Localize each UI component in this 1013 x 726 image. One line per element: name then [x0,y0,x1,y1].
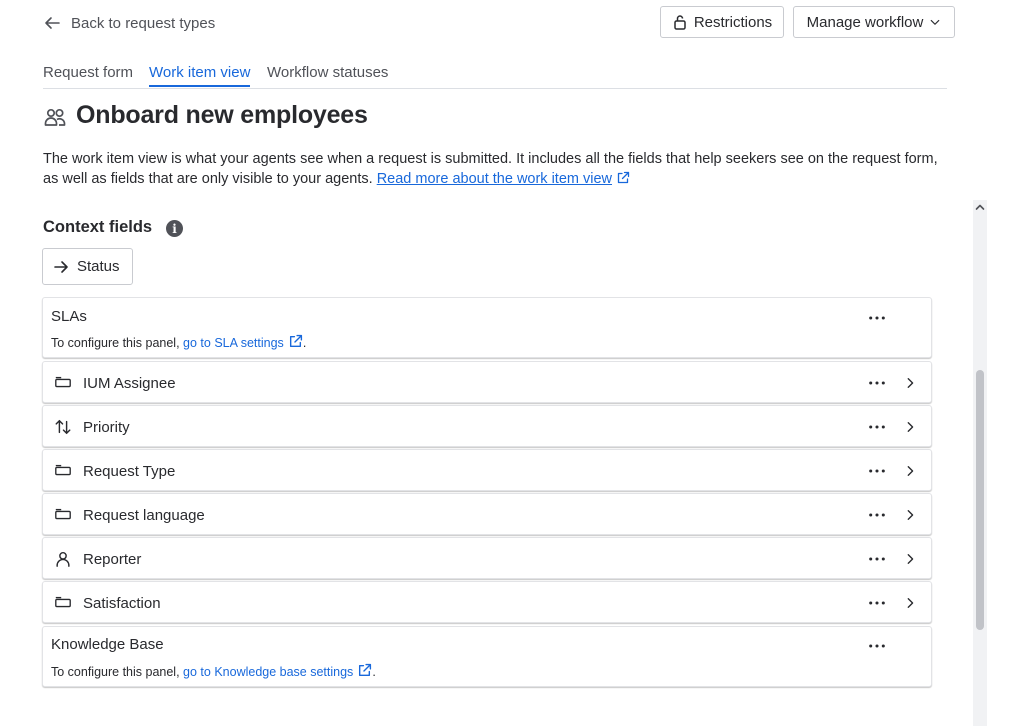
more-actions-icon[interactable] [867,636,887,656]
arrow-right-icon [54,260,68,273]
kb-note-suffix: . [372,665,376,679]
field-icon [53,461,73,481]
page-description: The work item view is what your agents s… [43,149,943,189]
scroll-up-arrow-icon[interactable] [975,203,985,211]
external-link-icon [359,663,372,677]
manage-workflow-button[interactable]: Manage workflow [793,6,955,38]
field-icon [53,505,73,525]
chevron-right-icon[interactable] [903,376,917,390]
field-row-priority[interactable]: Priority [42,405,932,447]
more-actions-icon[interactable] [867,593,887,613]
field-icon [53,373,73,393]
more-actions-icon[interactable] [867,373,887,393]
external-link-icon [289,334,302,348]
more-actions-icon[interactable] [867,461,887,481]
read-more-link[interactable]: Read more about the work item view [377,171,612,187]
sla-panel-title: SLAs [51,308,87,325]
more-actions-icon[interactable] [867,505,887,525]
sla-panel: SLAs To configure this panel, go to SLA … [42,297,932,358]
back-label: Back to request types [71,14,216,32]
tab-request-form[interactable]: Request form [43,64,133,85]
field-label: Satisfaction [83,594,161,612]
context-fields-heading: Context fields [43,218,153,236]
field-row-reporter[interactable]: Reporter [42,537,932,579]
sla-note-suffix: . [302,336,307,350]
chevron-right-icon[interactable] [903,552,917,566]
kb-settings-link[interactable]: go to Knowledge base settings [183,665,353,679]
kb-panel-title: Knowledge Base [51,636,164,653]
sla-settings-label: go to SLA settings [183,336,284,350]
tab-work-item-view[interactable]: Work item view [149,64,251,87]
kb-settings-label: go to Knowledge base settings [183,665,354,679]
restrictions-button[interactable]: Restrictions [660,6,784,38]
manage-workflow-label: Manage workflow [806,13,924,31]
field-row-request-language[interactable]: Request language [42,493,932,535]
back-to-request-types-link[interactable]: Back to request types [43,12,215,34]
chevron-right-icon[interactable] [903,420,917,434]
kb-panel-note: To configure this panel, go to Knowledge… [51,663,376,679]
arrow-left-icon [45,17,60,29]
field-label: Request language [83,506,205,524]
status-button[interactable]: Status [42,248,133,285]
priority-icon [53,417,73,437]
person-icon [53,549,73,569]
restrictions-label: Restrictions [693,13,773,31]
field-row-satisfaction[interactable]: Satisfaction [42,581,932,623]
chevron-right-icon[interactable] [903,464,917,478]
unlock-icon [674,15,686,30]
chevron-right-icon[interactable] [903,596,917,610]
read-more-label: Read more about the work item view [376,171,613,187]
chevron-right-icon[interactable] [903,508,917,522]
more-actions-icon[interactable] [867,417,887,437]
page-title: Onboard new employees [76,101,368,129]
sla-note-prefix: To configure this panel, [51,336,180,350]
more-actions-icon[interactable] [867,549,887,569]
kb-note-prefix: To configure this panel, [51,665,180,679]
external-link-icon [617,171,630,184]
chevron-down-icon [931,19,940,25]
field-icon [53,593,73,613]
sla-panel-note: To configure this panel, go to SLA setti… [51,334,306,350]
people-icon [44,108,66,126]
knowledge-base-panel: Knowledge Base To configure this panel, … [42,626,932,687]
field-label: IUM Assignee [83,374,176,392]
field-label: Request Type [83,462,176,480]
field-label: Priority [83,418,130,436]
sla-settings-link[interactable]: go to SLA settings [183,336,284,350]
status-label: Status [77,258,120,275]
field-label: Reporter [83,550,142,568]
scrollbar-thumb[interactable] [976,370,984,630]
more-actions-icon[interactable] [867,308,887,328]
tab-workflow-statuses[interactable]: Workflow statuses [267,64,388,85]
tab-bar: Request form Work item view Workflow sta… [43,60,947,89]
info-icon[interactable]: i [166,220,183,237]
field-row-ium-assignee[interactable]: IUM Assignee [42,361,932,403]
field-row-request-type[interactable]: Request Type [42,449,932,491]
